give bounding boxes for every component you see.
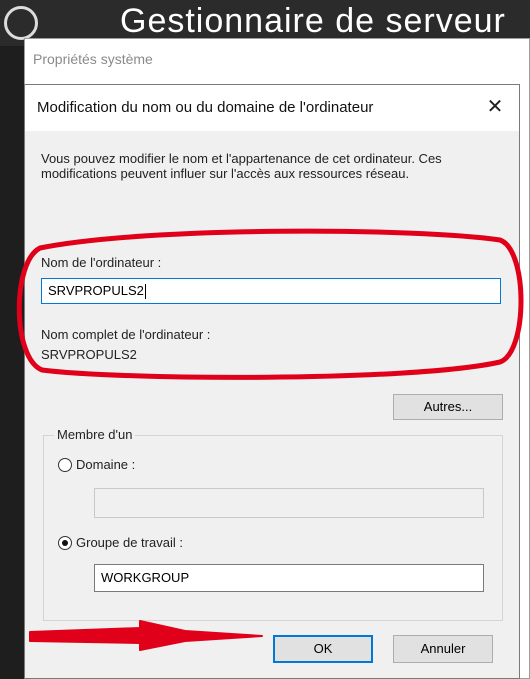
- dialog-description: Vous pouvez modifier le nom et l'apparte…: [41, 151, 442, 181]
- workgroup-label: Groupe de travail :: [76, 535, 183, 550]
- computer-name-label: Nom de l'ordinateur :: [41, 255, 162, 270]
- server-manager-title: Gestionnaire de serveur: [120, 2, 506, 40]
- domain-label: Domaine :: [76, 457, 136, 472]
- full-name-value: SRVPROPULS2: [41, 347, 137, 362]
- system-properties-title: Propriétés système: [33, 51, 153, 67]
- server-manager-logo-icon: [4, 6, 38, 40]
- domain-radio[interactable]: [58, 458, 72, 472]
- rename-computer-dialog: Modification du nom ou du domaine de l'o…: [24, 84, 520, 679]
- ok-button[interactable]: OK: [273, 635, 373, 663]
- dialog-titlebar: Modification du nom ou du domaine de l'o…: [25, 85, 519, 131]
- workgroup-input[interactable]: WORKGROUP: [94, 564, 484, 592]
- computer-name-input[interactable]: SRVPROPULS2: [41, 278, 501, 304]
- member-of-groupbox: Membre d'un Domaine : Groupe de travail …: [43, 427, 503, 621]
- dialog-title: Modification du nom ou du domaine de l'o…: [37, 99, 374, 116]
- full-name-label: Nom complet de l'ordinateur :: [41, 327, 211, 342]
- domain-input[interactable]: [94, 488, 484, 518]
- workgroup-radio[interactable]: [58, 536, 72, 550]
- more-button[interactable]: Autres...: [393, 394, 503, 420]
- computer-name-value: SRVPROPULS2: [48, 283, 144, 298]
- member-of-label: Membre d'un: [54, 427, 136, 442]
- close-icon[interactable]: ✕: [481, 93, 509, 121]
- text-caret: [144, 284, 146, 300]
- cancel-button[interactable]: Annuler: [393, 635, 493, 663]
